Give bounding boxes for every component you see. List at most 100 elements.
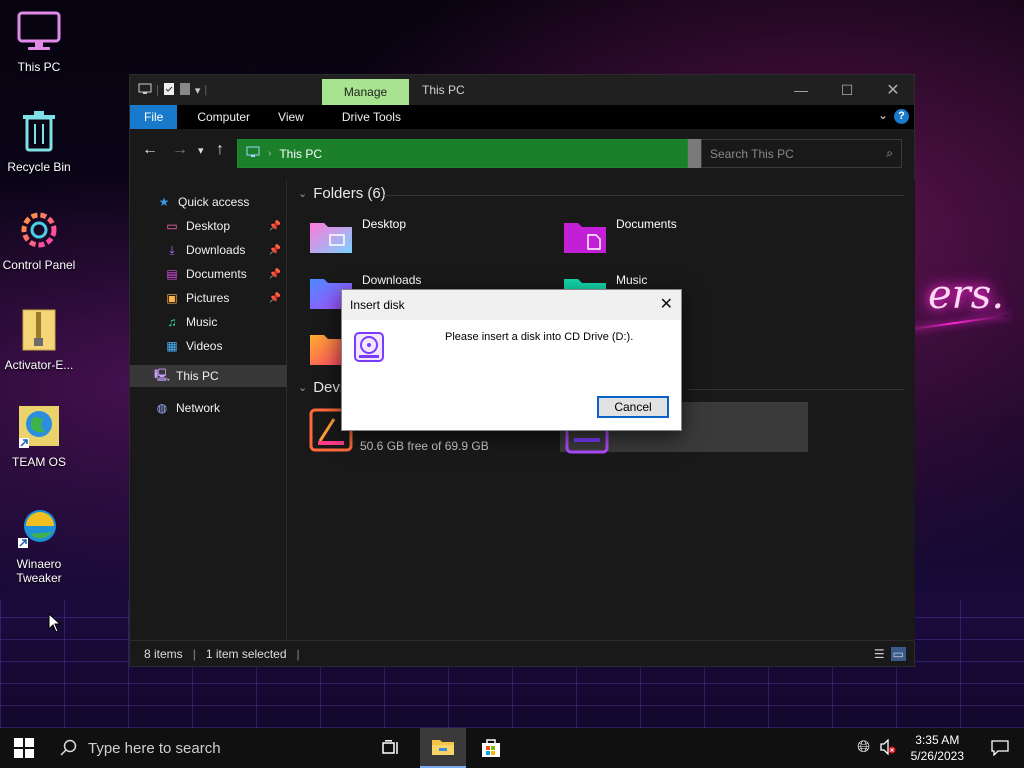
nav-quick-access[interactable]: ★ Quick access: [130, 191, 287, 213]
navigation-pane: ★ Quick access ▭ Desktop 📌 ⤓ Downloads 📌…: [130, 179, 287, 641]
task-view-button[interactable]: [368, 728, 414, 768]
title-bar: | ▾ | Manage This PC — ☐ ✕: [130, 75, 914, 105]
folder-icon: [432, 740, 454, 755]
computer-icon: [246, 146, 260, 161]
address-row: ← → ▾ ↑ › This PC ✕ Search This PC ⌕: [130, 129, 914, 173]
desktop-icon-label: TEAM OS: [11, 455, 66, 469]
video-icon: ▦: [166, 339, 178, 353]
store-taskbar-button[interactable]: [468, 728, 514, 768]
network-globe-icon[interactable]: 🌐︎: [853, 739, 875, 757]
help-icon[interactable]: ?: [894, 109, 909, 124]
window-title: This PC: [422, 83, 465, 97]
taskbar: Type here to search 🌐︎ 3:35 AM 5/26/2023: [0, 728, 1024, 768]
zip-folder-icon: [15, 306, 63, 354]
desktop-icon-control-panel[interactable]: Control Panel: [0, 206, 78, 272]
desktop-icon-label-line2: Tweaker: [16, 571, 62, 585]
document-icon: ▤: [166, 267, 178, 281]
tweaker-icon: [15, 505, 63, 553]
desktop-icon-winaero-tweaker[interactable]: Winaero Tweaker: [0, 505, 78, 585]
nav-downloads[interactable]: ⤓ Downloads 📌: [130, 239, 287, 261]
up-arrow-icon[interactable]: ↑: [216, 141, 224, 159]
maximize-button[interactable]: ☐: [824, 75, 870, 105]
nav-videos[interactable]: ▦ Videos: [130, 335, 287, 357]
tab-drive-tools[interactable]: Drive Tools: [328, 105, 415, 129]
network-icon: ◍: [156, 401, 168, 415]
insert-disk-dialog: Insert disk ✕ Please insert a disk into …: [341, 289, 682, 431]
pin-icon[interactable]: 📌: [269, 245, 281, 256]
picture-icon: ▣: [166, 291, 178, 305]
forward-arrow-icon[interactable]: →: [172, 141, 188, 159]
search-input[interactable]: Search This PC ⌕: [701, 139, 902, 168]
desktop-icon-label: Recycle Bin: [7, 160, 71, 174]
status-separator: |: [192, 646, 196, 661]
gear-icon: [15, 206, 63, 254]
store-icon: [482, 739, 500, 757]
nav-label: Downloads: [186, 243, 246, 257]
nav-documents[interactable]: ▤ Documents 📌: [130, 263, 287, 285]
toolbar-separator: |: [204, 84, 208, 96]
folder-documents[interactable]: Documents: [562, 217, 677, 255]
cancel-button[interactable]: Cancel: [597, 396, 669, 418]
section-title: Devi: [313, 379, 344, 396]
view-switcher: ☰ ▭: [874, 647, 906, 661]
mouse-cursor-icon: [48, 612, 62, 636]
volume-muted-icon[interactable]: [879, 737, 901, 758]
desktop-icon-team-os[interactable]: TEAM OS: [0, 403, 78, 469]
clock[interactable]: 3:35 AM 5/26/2023: [911, 732, 964, 764]
chevron-down-icon: ⌄: [298, 188, 308, 200]
pin-icon[interactable]: 📌: [269, 269, 281, 280]
address-bar[interactable]: › This PC: [237, 139, 688, 168]
large-icons-view-icon[interactable]: ▭: [890, 647, 906, 661]
status-separator: |: [296, 646, 300, 661]
section-divider: [688, 389, 904, 390]
tab-view[interactable]: View: [264, 105, 318, 129]
nav-music[interactable]: ♫ Music: [130, 311, 287, 333]
recent-locations-chevron-icon[interactable]: ▾: [198, 144, 204, 157]
expand-ribbon-chevron-icon[interactable]: ⌄: [878, 108, 888, 122]
devices-section-header[interactable]: ⌄ Devi: [298, 379, 343, 396]
nav-desktop[interactable]: ▭ Desktop 📌: [130, 215, 287, 237]
folders-section-header[interactable]: ⌄ Folders (6): [298, 185, 386, 202]
search-icon: ⌕: [886, 146, 893, 160]
address-text: This PC: [279, 146, 323, 161]
properties-icon[interactable]: [163, 82, 175, 99]
file-explorer-taskbar-button[interactable]: [420, 728, 466, 768]
back-arrow-icon[interactable]: ←: [142, 141, 158, 159]
nav-this-pc[interactable]: 🖳 This PC: [130, 365, 287, 387]
tab-file[interactable]: File: [130, 105, 178, 129]
dialog-message: Please insert a disk into CD Drive (D:).: [445, 331, 634, 343]
section-title: Folders (6): [313, 185, 386, 202]
dialog-close-icon[interactable]: ✕: [660, 294, 673, 314]
desktop-icon-this-pc[interactable]: This PC: [0, 8, 78, 74]
tab-computer[interactable]: Computer: [183, 105, 264, 129]
nav-label: Network: [176, 401, 221, 415]
desktop-icon-recycle-bin[interactable]: Recycle Bin: [0, 108, 78, 174]
folder-desktop[interactable]: Desktop: [308, 217, 406, 255]
item-count: 8 items: [144, 646, 183, 661]
taskbar-search-box[interactable]: Type here to search: [48, 728, 368, 768]
computer-icon: [138, 83, 152, 98]
close-button[interactable]: ✕: [870, 75, 916, 105]
system-tray: 🌐︎ 3:35 AM 5/26/2023: [853, 728, 1024, 768]
desktop-icon-label-line1: Winaero: [16, 557, 62, 571]
desktop-icon-activator[interactable]: Activator-E...: [0, 306, 78, 372]
clock-time: 3:35 AM: [915, 733, 960, 747]
nav-network[interactable]: ◍ Network: [130, 397, 287, 419]
download-icon: ⤓: [169, 242, 175, 257]
tab-manage[interactable]: Manage: [322, 79, 409, 105]
folder-name: Desktop: [362, 217, 407, 231]
nav-label: Videos: [186, 339, 223, 353]
new-folder-icon[interactable]: [179, 82, 191, 99]
music-icon: ♫: [167, 315, 177, 329]
pin-icon[interactable]: 📌: [269, 221, 281, 232]
globe-shortcut-icon: [15, 403, 63, 451]
start-button[interactable]: [0, 728, 48, 768]
customize-toolbar-icon[interactable]: ▾: [195, 84, 201, 97]
minimize-button[interactable]: —: [778, 75, 824, 105]
pin-icon[interactable]: 📌: [269, 293, 281, 304]
notifications-icon[interactable]: [976, 728, 1024, 768]
folder-name: Documents: [616, 217, 677, 231]
details-view-icon[interactable]: ☰: [874, 647, 885, 661]
search-placeholder: Type here to search: [88, 739, 221, 757]
nav-pictures[interactable]: ▣ Pictures 📌: [130, 287, 287, 309]
